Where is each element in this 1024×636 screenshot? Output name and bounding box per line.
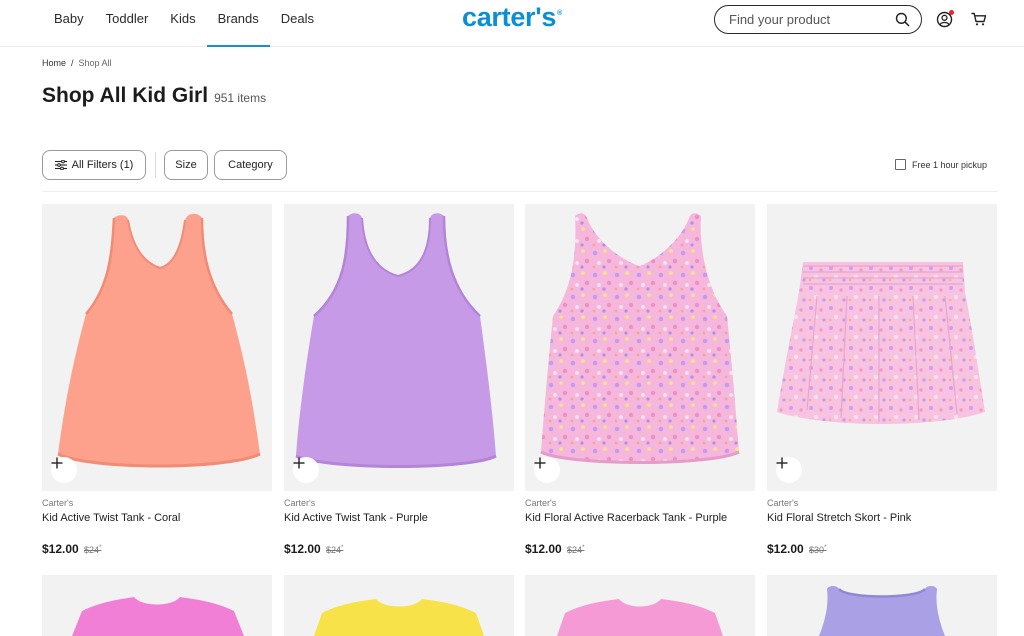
tshirt-illustration (72, 597, 244, 636)
tshirt-illustration (314, 599, 484, 636)
item-count: 951 items (214, 91, 267, 105)
search-box (714, 5, 922, 34)
filter-divider (155, 152, 156, 178)
sale-price: $12.00 (284, 542, 321, 556)
product-image[interactable] (767, 575, 997, 636)
product-price: $12.00 $30* (767, 542, 826, 556)
plus-icon (776, 457, 788, 469)
product-name[interactable]: Kid Floral Active Racerback Tank - Purpl… (525, 512, 727, 524)
product-brand: Carter's (767, 498, 799, 508)
product-image[interactable] (525, 204, 755, 491)
tank-top-illustration (295, 213, 497, 468)
sliders-icon (54, 160, 67, 170)
floral-skort-illustration (777, 262, 985, 424)
quick-add-button[interactable] (51, 457, 77, 483)
original-price-amount: $24 (326, 545, 342, 555)
product-image[interactable] (284, 575, 514, 636)
original-price: $30* (809, 545, 826, 555)
original-price-mark: * (582, 545, 585, 551)
logo-text: carter's (462, 2, 557, 32)
product-name[interactable]: Kid Floral Stretch Skort - Pink (767, 512, 911, 524)
product-brand: Carter's (284, 498, 316, 508)
carters-logo[interactable]: carter's® (462, 2, 562, 33)
original-price: $24* (567, 545, 584, 555)
all-filters-label: All Filters (1) (71, 159, 134, 171)
divider (42, 191, 997, 192)
account-icon[interactable] (936, 10, 954, 28)
original-price-mark: * (99, 545, 102, 551)
original-price: $24* (326, 545, 343, 555)
nav-deals[interactable]: Deals (270, 0, 325, 46)
cart-icon[interactable] (971, 11, 987, 27)
plus-icon (534, 457, 546, 469)
tank-top-illustration (57, 213, 261, 468)
pickup-label: Free 1 hour pickup (912, 159, 988, 170)
product-brand: Carter's (42, 498, 74, 508)
all-filters-button[interactable]: All Filters (1) (42, 150, 146, 180)
breadcrumb: Home / Shop All (42, 58, 112, 68)
main-nav: Baby Toddler Kids Brands Deals (42, 0, 325, 47)
sale-price: $12.00 (42, 542, 79, 556)
original-price-mark: * (341, 545, 344, 551)
search-input[interactable] (729, 12, 889, 27)
product-price: $12.00 $24* (525, 542, 584, 556)
product-price: $12.00 $24* (284, 542, 343, 556)
original-price-amount: $24 (84, 545, 100, 555)
logo-registered-mark: ® (557, 10, 562, 17)
tank-top-illustration (819, 586, 945, 636)
pickup-toggle[interactable]: Free 1 hour pickup (895, 159, 987, 170)
sale-price: $12.00 (767, 542, 804, 556)
site-header: Baby Toddler Kids Brands Deals carter's® (0, 0, 1024, 47)
sale-price: $12.00 (525, 542, 562, 556)
size-filter-button[interactable]: Size (164, 150, 208, 180)
product-image[interactable] (42, 575, 272, 636)
title-row: Shop All Kid Girl 951 items (42, 84, 266, 108)
product-brand: Carter's (525, 498, 557, 508)
floral-tank-illustration (540, 213, 740, 464)
product-name[interactable]: Kid Active Twist Tank - Coral (42, 512, 180, 524)
search-icon[interactable] (895, 12, 910, 27)
product-image[interactable] (767, 204, 997, 491)
category-filter-button[interactable]: Category (214, 150, 287, 180)
nav-brands[interactable]: Brands (206, 0, 270, 47)
product-image[interactable] (525, 575, 755, 636)
breadcrumb-current: Shop All (78, 58, 112, 68)
quick-add-button[interactable] (534, 457, 560, 483)
pickup-checkbox[interactable] (895, 159, 906, 170)
original-price-amount: $24 (567, 545, 583, 555)
breadcrumb-home[interactable]: Home (42, 58, 66, 68)
quick-add-button[interactable] (776, 457, 802, 483)
breadcrumb-separator: / (71, 58, 74, 68)
page-title: Shop All Kid Girl (42, 84, 209, 107)
product-price: $12.00 $24* (42, 542, 101, 556)
product-image[interactable] (284, 204, 514, 491)
product-name[interactable]: Kid Active Twist Tank - Purple (284, 512, 428, 524)
nav-baby[interactable]: Baby (42, 0, 95, 46)
original-price-amount: $30 (809, 545, 825, 555)
plus-icon (51, 457, 63, 469)
product-image[interactable] (42, 204, 272, 491)
original-price: $24* (84, 545, 101, 555)
original-price-mark: * (824, 545, 827, 551)
plus-icon (293, 457, 305, 469)
nav-toddler[interactable]: Toddler (95, 0, 160, 46)
tshirt-illustration (557, 599, 723, 636)
nav-kids[interactable]: Kids (159, 0, 206, 46)
quick-add-button[interactable] (293, 457, 319, 483)
notification-dot (949, 10, 954, 15)
